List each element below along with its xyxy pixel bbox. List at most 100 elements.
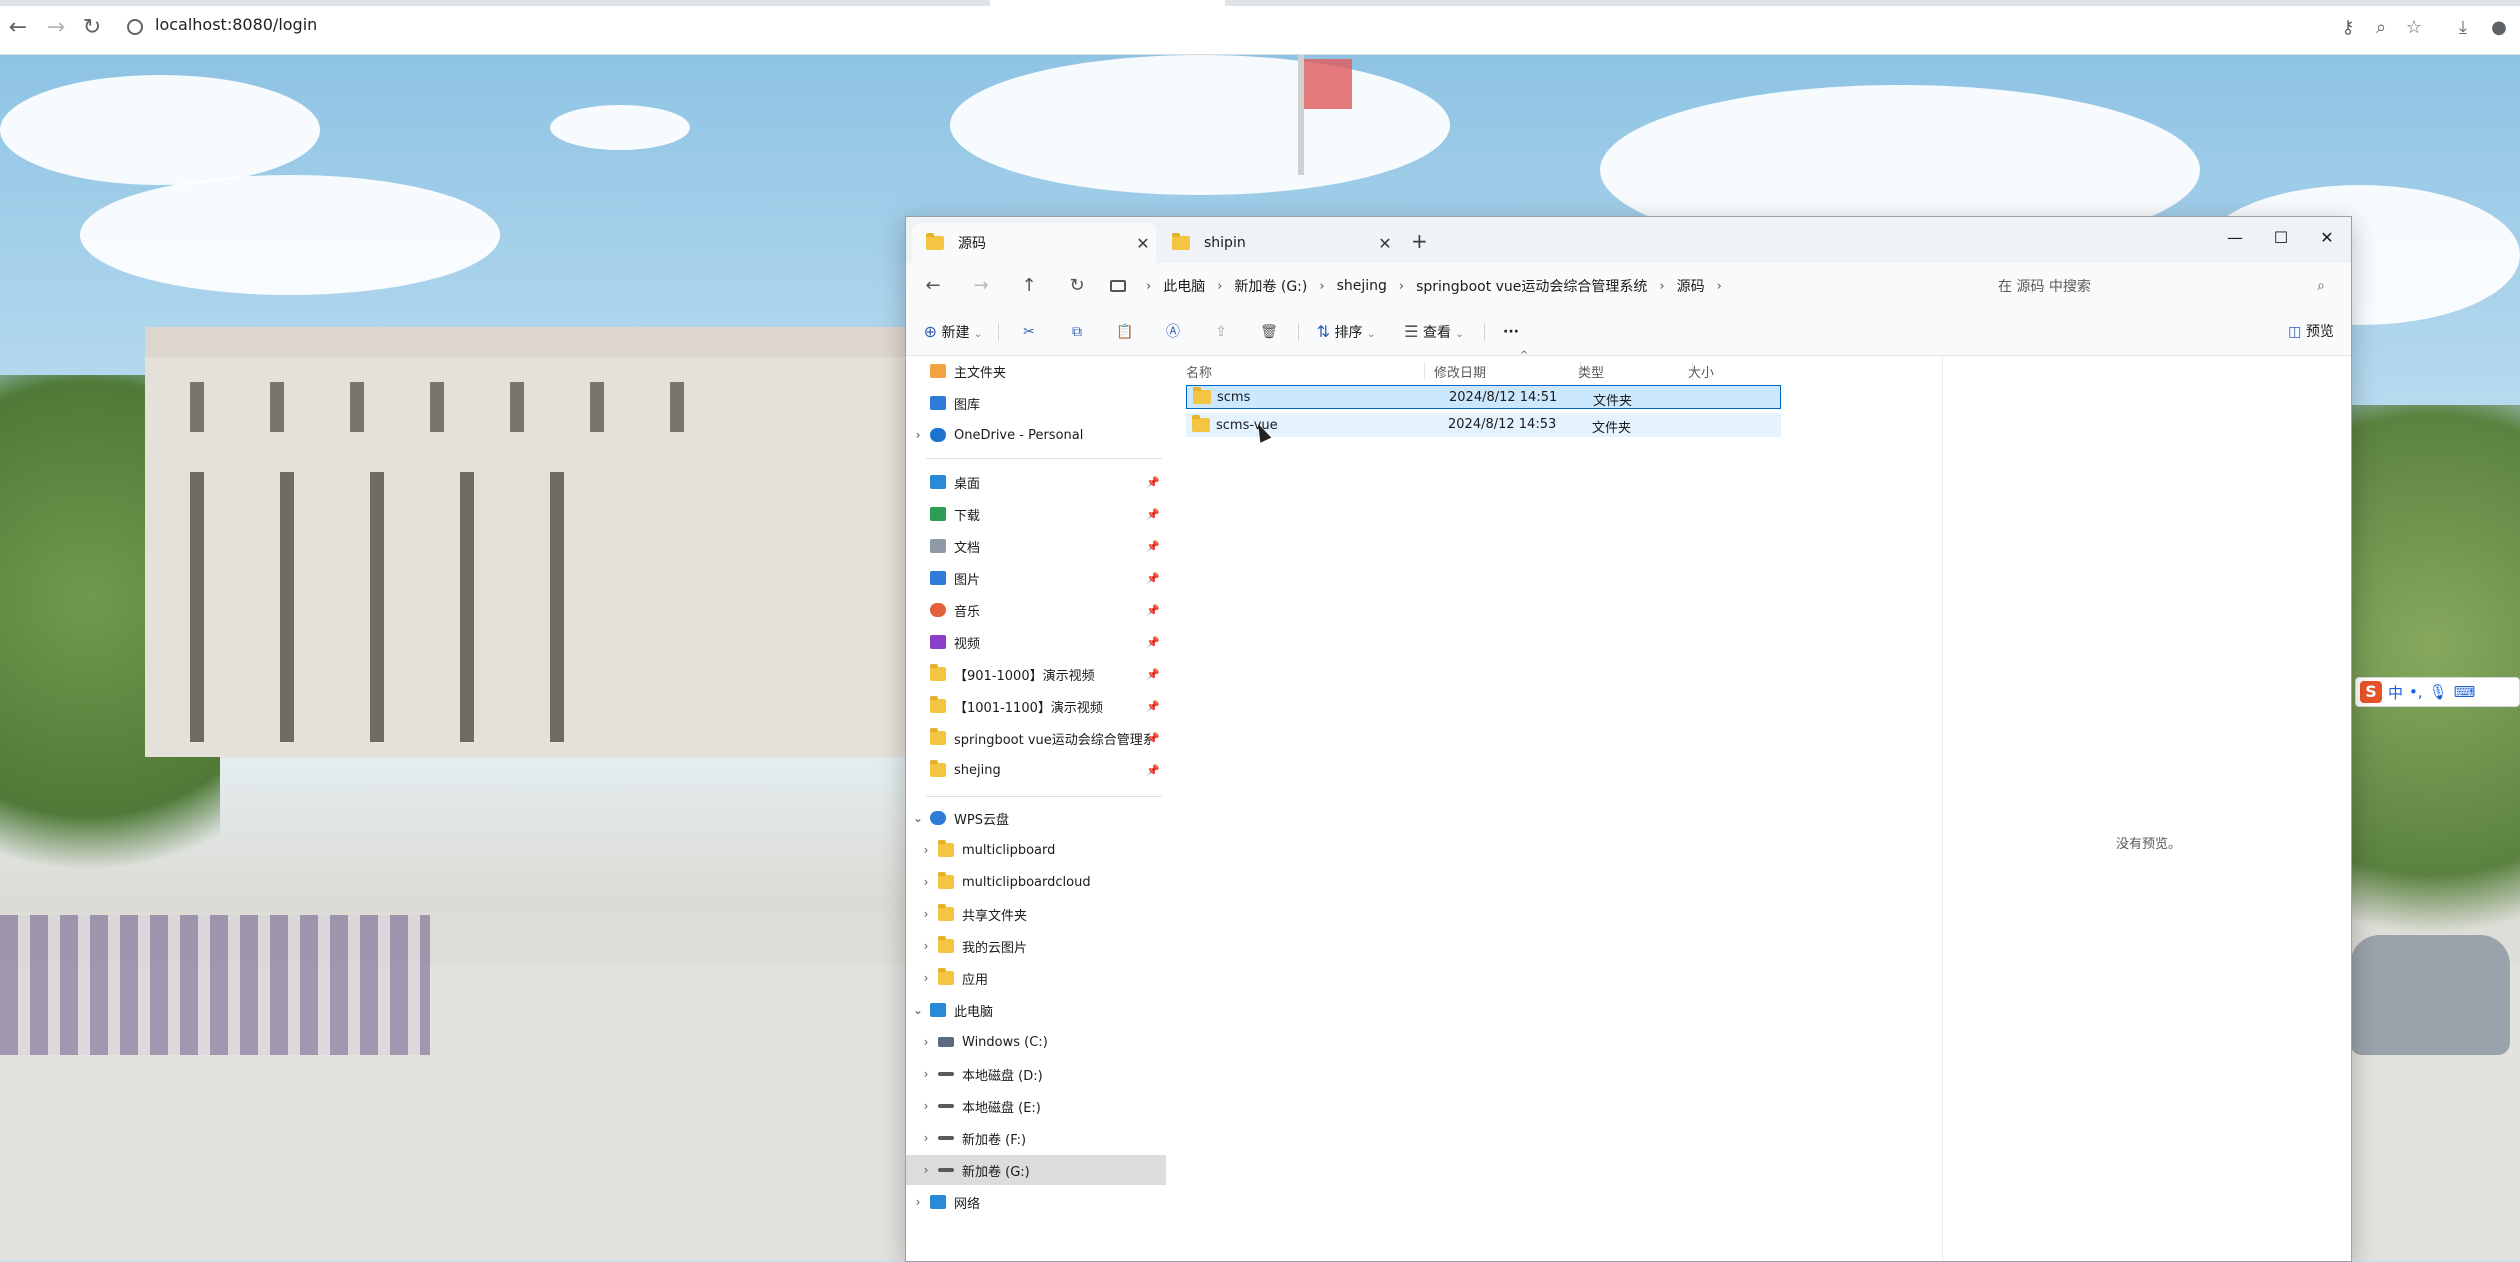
chevron-right-icon[interactable]: › (1399, 279, 1404, 294)
chevron-right-icon[interactable]: › (914, 1099, 938, 1113)
chevron-right-icon[interactable]: › (1717, 279, 1722, 294)
maximize-icon[interactable]: ☐ (2258, 221, 2304, 255)
preview-pane-button[interactable]: ◫ 预览 (2281, 317, 2341, 347)
punctuation-icon[interactable]: •, (2409, 683, 2423, 701)
column-header-modified[interactable]: 修改日期 (1434, 362, 1486, 381)
delete-icon[interactable]: 🗑 (1254, 317, 1284, 347)
tab-source[interactable]: 源码 ✕ (912, 223, 1156, 263)
site-info-icon[interactable] (127, 19, 143, 35)
profile-icon[interactable]: ● (2485, 14, 2513, 42)
new-tab-icon[interactable]: + (1411, 229, 1428, 253)
nav-item-music[interactable]: 音乐 📌 (906, 595, 1166, 625)
nav-item-folder[interactable]: springboot vue运动会综合管理系统 📌 (906, 723, 1166, 753)
chevron-right-icon[interactable]: › (1659, 279, 1664, 294)
nav-item-documents[interactable]: 文档 📌 (906, 531, 1166, 561)
nav-item-wps-child[interactable]: › multiclipboard (906, 835, 1166, 865)
share-icon[interactable]: ⇪ (1206, 317, 1236, 347)
chevron-down-icon[interactable]: ⌄ (906, 1003, 930, 1017)
microphone-icon[interactable]: 🎙 (2429, 683, 2448, 701)
breadcrumb[interactable]: › 此电脑 › 新加卷 (G:) › shejing › springboot … (1102, 269, 1874, 303)
pin-icon[interactable]: 📌 (1146, 764, 1160, 777)
zoom-icon[interactable]: ⌕ (2367, 14, 2395, 42)
nav-item-drive[interactable]: › 本地磁盘 (D:) (906, 1059, 1166, 1089)
chevron-right-icon[interactable]: › (1217, 279, 1222, 294)
tab-shipin[interactable]: shipin ✕ (1158, 223, 1398, 263)
chevron-right-icon[interactable]: › (914, 1131, 938, 1145)
sort-button[interactable]: ⇅ 排序 ⌄ (1308, 317, 1384, 347)
chevron-right-icon[interactable]: › (914, 1035, 938, 1049)
back-arrow-icon[interactable]: ← (918, 271, 948, 301)
nav-item-wps-cloud[interactable]: ⌄ WPS云盘 (906, 803, 1166, 833)
nav-item-folder[interactable]: 【901-1000】演示视频 📌 (906, 659, 1166, 689)
close-icon[interactable]: ✕ (1130, 234, 1156, 253)
close-window-icon[interactable]: ✕ (2304, 221, 2350, 255)
keyboard-icon[interactable]: ⌨ (2454, 683, 2476, 701)
nav-item-this-pc[interactable]: ⌄ 此电脑 (906, 995, 1166, 1025)
rename-icon[interactable]: Ⓐ (1158, 317, 1188, 347)
close-icon[interactable]: ✕ (1372, 234, 1398, 253)
forward-arrow-icon[interactable]: → (42, 14, 70, 42)
nav-item-wps-child[interactable]: › 应用 (906, 963, 1166, 993)
chevron-right-icon[interactable]: › (914, 907, 938, 921)
nav-item-home[interactable]: 主文件夹 (906, 356, 1166, 386)
chevron-right-icon[interactable]: › (914, 843, 938, 857)
chevron-down-icon[interactable]: ⌄ (906, 811, 930, 825)
chevron-right-icon[interactable]: › (1319, 279, 1324, 294)
key-icon[interactable]: ⚷ (2334, 14, 2362, 42)
download-icon[interactable]: ⤓ (2449, 14, 2477, 42)
chevron-right-icon[interactable]: › (906, 1195, 930, 1209)
pin-icon[interactable]: 📌 (1146, 604, 1160, 617)
pin-icon[interactable]: 📌 (1146, 668, 1160, 681)
pin-icon[interactable]: 📌 (1146, 700, 1160, 713)
column-divider[interactable] (1424, 362, 1425, 380)
breadcrumb-item[interactable]: shejing (1337, 278, 1387, 294)
copy-icon[interactable]: ⧉ (1062, 317, 1092, 347)
nav-item-wps-child[interactable]: › multiclipboardcloud (906, 867, 1166, 897)
pin-icon[interactable]: 📌 (1146, 540, 1160, 553)
column-header-size[interactable]: 大小 (1688, 362, 1714, 381)
pin-icon[interactable]: 📌 (1146, 732, 1160, 745)
nav-item-drive[interactable]: › 新加卷 (F:) (906, 1123, 1166, 1153)
chevron-right-icon[interactable]: › (914, 971, 938, 985)
chevron-right-icon[interactable]: › (914, 1163, 938, 1177)
nav-item-downloads[interactable]: 下载 📌 (906, 499, 1166, 529)
more-options-button[interactable]: ··· (1496, 317, 1526, 347)
chevron-right-icon[interactable]: › (914, 939, 938, 953)
nav-item-videos[interactable]: 视频 📌 (906, 627, 1166, 657)
forward-arrow-icon[interactable]: → (966, 271, 996, 301)
view-button[interactable]: ☰ 查看 ⌄ (1396, 317, 1472, 347)
pin-icon[interactable]: 📌 (1146, 476, 1160, 489)
nav-item-folder[interactable]: 【1001-1100】演示视频 📌 (906, 691, 1166, 721)
pin-icon[interactable]: 📌 (1146, 636, 1160, 649)
nav-item-network[interactable]: › 网络 (906, 1187, 1166, 1217)
refresh-icon[interactable]: ↻ (1062, 271, 1092, 301)
pin-icon[interactable]: 📌 (1146, 572, 1160, 585)
star-icon[interactable]: ☆ (2400, 14, 2428, 42)
breadcrumb-item[interactable]: 新加卷 (G:) (1234, 276, 1307, 296)
chevron-right-icon[interactable]: › (906, 428, 930, 442)
minimize-icon[interactable]: — (2212, 221, 2258, 255)
column-header-name[interactable]: 名称 (1186, 362, 1212, 381)
chevron-right-icon[interactable]: › (914, 1067, 938, 1081)
cut-icon[interactable]: ✂ (1014, 317, 1044, 347)
nav-item-drive[interactable]: › Windows (C:) (906, 1027, 1166, 1057)
paste-icon[interactable]: 📋 (1110, 317, 1140, 347)
nav-item-folder[interactable]: shejing 📌 (906, 755, 1166, 785)
ime-toolbar[interactable]: S 中 •, 🎙 ⌨ (2355, 677, 2520, 707)
nav-item-drive[interactable]: › 本地磁盘 (E:) (906, 1091, 1166, 1121)
nav-item-pictures[interactable]: 图片 📌 (906, 563, 1166, 593)
file-row[interactable]: scms-vue 2024/8/12 14:53 文件夹 (1186, 413, 1781, 437)
breadcrumb-item[interactable]: 源码 (1677, 276, 1705, 296)
nav-item-drive-selected[interactable]: › 新加卷 (G:) (906, 1155, 1166, 1185)
search-input[interactable]: 在 源码 中搜索 ⌕ (1986, 269, 2336, 303)
nav-item-wps-child[interactable]: › 我的云图片 (906, 931, 1166, 961)
nav-item-gallery[interactable]: 图库 (906, 388, 1166, 418)
search-icon[interactable]: ⌕ (2306, 278, 2336, 294)
nav-item-wps-child[interactable]: › 共享文件夹 (906, 899, 1166, 929)
breadcrumb-item[interactable]: 此电脑 (1163, 276, 1205, 296)
breadcrumb-item[interactable]: springboot vue运动会综合管理系统 (1416, 276, 1647, 296)
nav-item-desktop[interactable]: 桌面 📌 (906, 467, 1166, 497)
reload-icon[interactable]: ↻ (78, 14, 106, 42)
nav-item-onedrive[interactable]: › OneDrive - Personal (906, 420, 1166, 450)
new-button[interactable]: ⊕ 新建 ⌄ (918, 317, 988, 347)
